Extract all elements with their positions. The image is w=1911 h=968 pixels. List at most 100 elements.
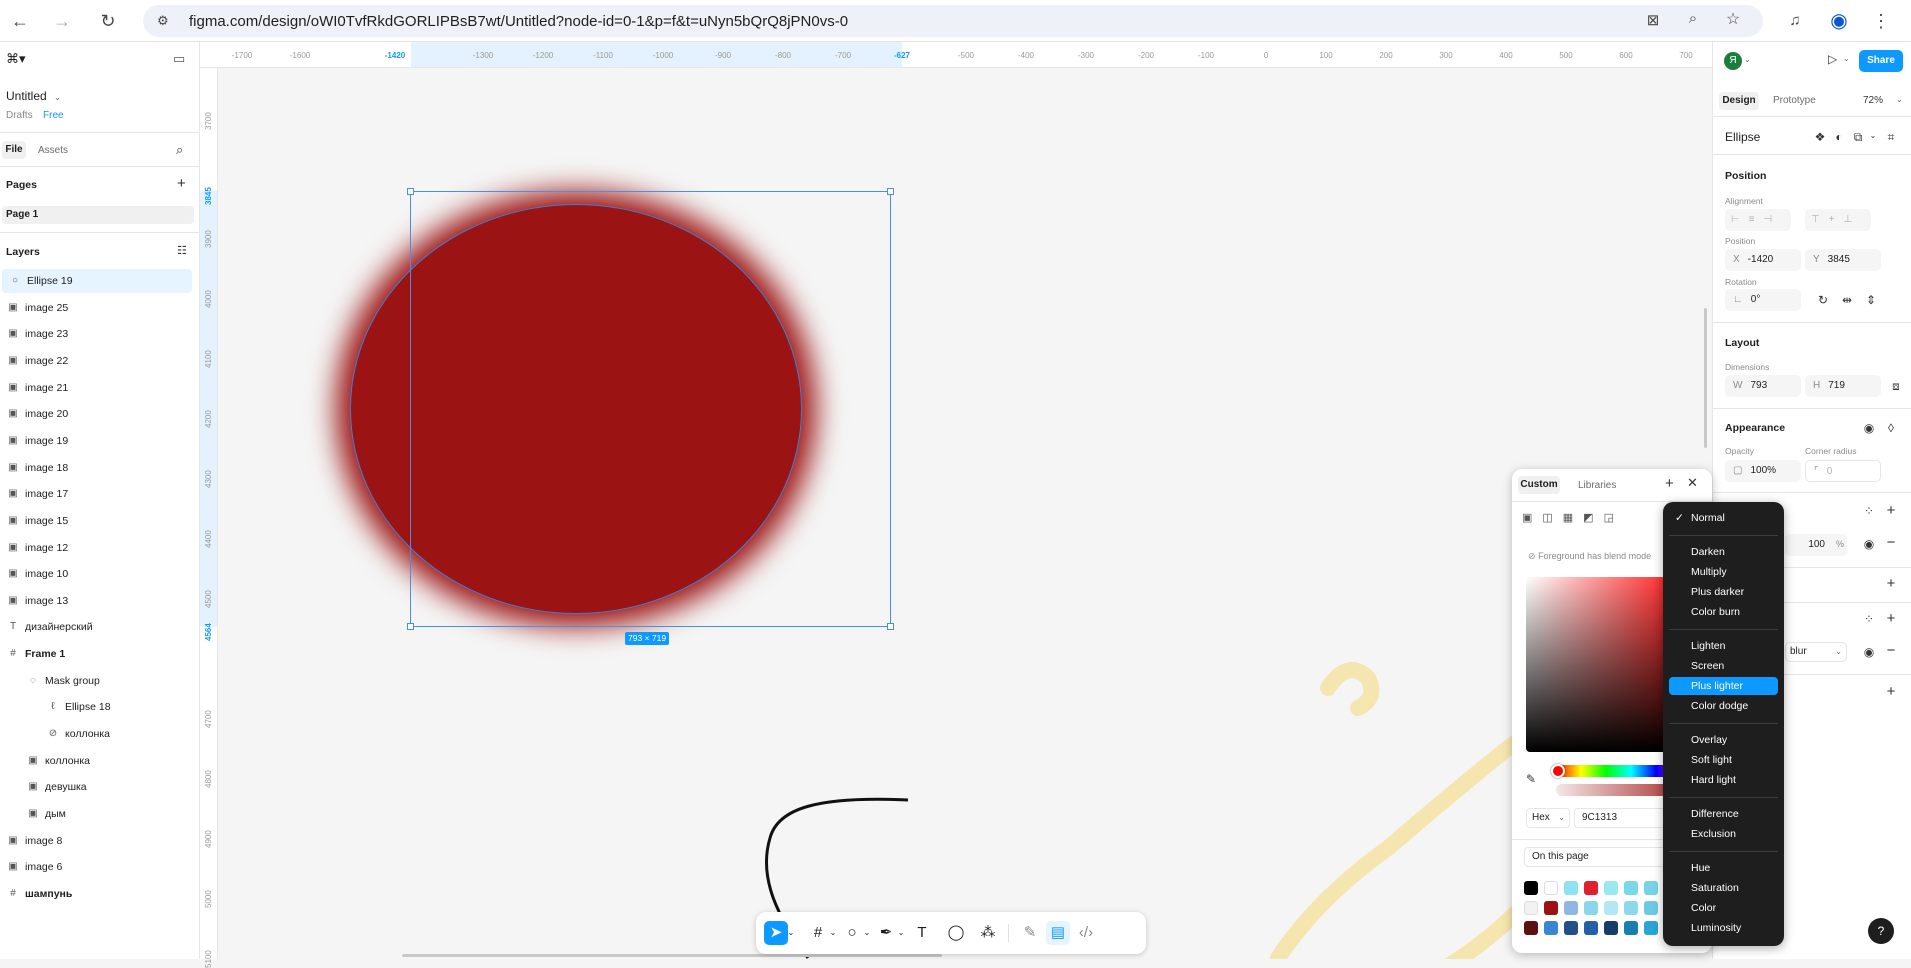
layer-row[interactable]: ⊘ коллонка [0,722,199,746]
layers-list-icon[interactable]: ☷ [177,244,187,257]
color-format-select[interactable]: Hex ⌄ [1526,808,1570,828]
file-title[interactable]: Untitled [6,89,47,103]
color-swatch[interactable] [1524,901,1538,915]
resize-handle[interactable] [887,188,894,195]
zoom-level[interactable]: 72% [1863,95,1883,106]
constrain-proportions-icon[interactable]: ⧈ [1888,379,1904,394]
color-swatch[interactable] [1584,901,1598,915]
blend-mode-color-dodge[interactable]: Color dodge [1669,697,1778,715]
layer-row[interactable]: ▣ image 8 [0,829,199,853]
layer-row[interactable]: ▣ image 25 [0,296,199,320]
blend-mode-saturation[interactable]: Saturation [1669,879,1778,897]
text-tool-icon[interactable]: T [910,921,934,945]
share-button[interactable]: Share [1859,50,1903,72]
layer-row[interactable]: ▣ image 10 [0,562,199,586]
add-effect-icon[interactable]: + [1883,610,1899,627]
layer-row[interactable]: ▣ image 19 [0,429,199,453]
file-location[interactable]: Drafts [6,110,33,121]
eyedropper-icon[interactable]: ✎ [1526,772,1536,786]
color-swatch[interactable] [1604,881,1618,895]
layer-row[interactable]: ◌ Mask group [0,669,199,693]
chevron-down-icon[interactable]: ⌄ [862,921,872,945]
color-swatch[interactable] [1644,881,1658,895]
layer-row[interactable]: ▣ image 23 [0,322,199,346]
chevron-down-icon[interactable]: ⌄ [1865,131,1881,140]
add-stroke-icon[interactable]: + [1883,575,1899,592]
chevron-down-icon[interactable]: ⌄ [1744,55,1751,64]
color-swatch[interactable] [1544,901,1558,915]
layer-row[interactable]: ▣ дым [0,802,199,826]
flip-horizontal-icon[interactable]: ⇹ [1839,293,1855,307]
horizontal-align-group[interactable]: ⊢≡⊣ [1725,209,1791,231]
color-swatch[interactable] [1544,881,1558,895]
blend-mode-normal[interactable]: ✓ Normal [1669,509,1778,527]
blend-mode-luminosity[interactable]: Luminosity [1669,919,1778,937]
layer-row[interactable]: ▣ image 13 [0,589,199,613]
blend-mode-soft-light[interactable]: Soft light [1669,751,1778,769]
remove-fill-icon[interactable]: − [1883,534,1899,551]
tab-assets[interactable]: Assets [38,145,68,156]
width-field[interactable]: W 793 [1725,375,1801,397]
resize-handle[interactable] [407,623,414,630]
blend-mode-plus-darker[interactable]: Plus darker [1669,583,1778,601]
chevron-down-icon[interactable]: ⌄ [54,93,61,102]
figma-menu-icon[interactable]: ⌘▾ [6,51,26,67]
blend-mode-overlay[interactable]: Overlay [1669,731,1778,749]
mask-icon[interactable]: ◐ [1831,130,1847,144]
file-title-group[interactable]: Untitled ⌄ [6,89,61,103]
canvas[interactable]: 793 × 719 [218,68,1712,959]
selection-box[interactable] [407,188,894,630]
tab-libraries[interactable]: Libraries [1578,480,1616,491]
blend-drop-icon[interactable]: ◊ [1883,421,1899,435]
frame-selection-icon[interactable]: ⌗ [1883,130,1899,145]
color-swatch[interactable] [1524,921,1538,935]
opacity-field[interactable]: ▢ 100% [1725,460,1801,482]
layer-row[interactable]: # шампунь [0,882,199,906]
move-tool-icon[interactable]: ➤ [764,921,788,945]
fill-visibility-eye-icon[interactable]: ◉ [1861,537,1877,551]
comment-tool-icon[interactable]: ◯ [944,921,968,945]
visibility-eye-icon[interactable]: ◉ [1861,421,1877,435]
frame-tool-icon[interactable]: # [806,921,830,945]
height-field[interactable]: H 719 [1805,375,1881,397]
layer-row[interactable]: ▣ image 12 [0,536,199,560]
address-bar[interactable]: ⚙ figma.com/design/oWI0TvfRkdGORLIPBsB7w… [143,5,1763,37]
effect-visibility-eye-icon[interactable]: ◉ [1861,645,1877,659]
color-swatch[interactable] [1584,921,1598,935]
styles-grid-icon[interactable]: ⁘ [1861,504,1877,518]
tab-file[interactable]: File [2,141,26,159]
paint-type-icons[interactable]: ▣◫▦◩◲ [1522,511,1624,524]
reload-icon[interactable]: ↻ [96,9,120,33]
vertical-scrollbar[interactable] [1704,308,1707,448]
dev-mode-icon[interactable]: ‹/› [1074,921,1098,945]
no-image-icon[interactable]: ⊠ [1643,11,1663,31]
layer-row[interactable]: ▣ image 6 [0,855,199,879]
forward-arrow-icon[interactable]: → [50,9,74,33]
boolean-icon[interactable]: ⧉ [1850,130,1866,145]
color-swatch[interactable] [1624,921,1638,935]
blend-mode-difference[interactable]: Difference [1669,805,1778,823]
color-swatch[interactable] [1544,921,1558,935]
bookmark-star-icon[interactable]: ☆ [1723,9,1743,29]
back-arrow-icon[interactable]: ← [8,9,32,33]
search-icon[interactable]: ⌕ [176,142,183,158]
x-position-field[interactable]: X -1420 [1725,249,1801,271]
blend-mode-hard-light[interactable]: Hard light [1669,771,1778,789]
close-icon[interactable]: ✕ [1687,475,1698,491]
color-swatch[interactable] [1584,881,1598,895]
page-item[interactable]: Page 1 [2,206,194,224]
chevron-down-icon[interactable]: ⌄ [1896,95,1903,104]
hue-handle[interactable] [1551,764,1565,778]
corner-radius-field[interactable]: ⌜ 0 [1805,460,1881,482]
blend-mode-color-burn[interactable]: Color burn [1669,603,1778,621]
component-icon[interactable]: ❖ [1812,130,1828,144]
blend-mode-lighten[interactable]: Lighten [1669,637,1778,655]
layer-row[interactable]: Tдизайнерский [0,615,199,639]
chevron-down-icon[interactable]: ⌄ [1843,54,1850,63]
blend-mode-multiply[interactable]: Multiply [1669,563,1778,581]
blend-mode-darken[interactable]: Darken [1669,543,1778,561]
color-swatch[interactable] [1624,901,1638,915]
horizontal-scrollbar[interactable] [402,954,942,957]
add-page-icon[interactable]: + [177,175,186,192]
add-style-icon[interactable]: + [1665,475,1674,492]
